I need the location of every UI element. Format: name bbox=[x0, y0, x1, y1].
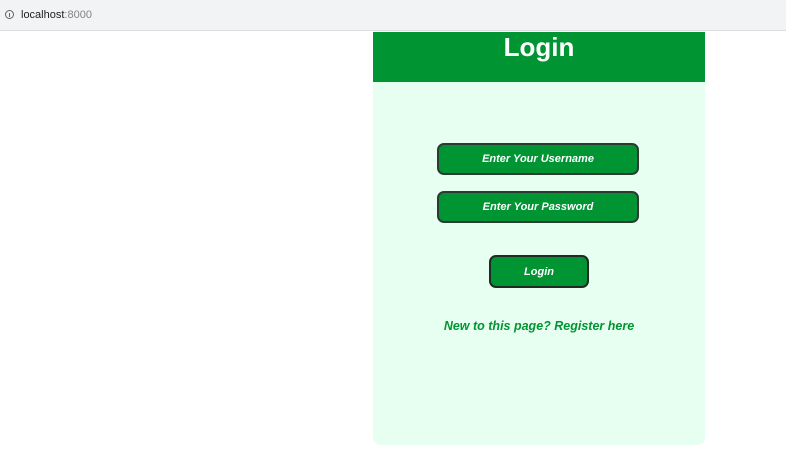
username-input[interactable] bbox=[437, 143, 639, 175]
url-host: localhost bbox=[21, 9, 65, 21]
url-port: :8000 bbox=[64, 9, 92, 21]
login-button[interactable]: Login bbox=[489, 255, 589, 288]
login-panel: Login Login New to this page? Register h… bbox=[373, 32, 705, 445]
register-link[interactable]: New to this page? Register here bbox=[373, 319, 705, 333]
address-bar[interactable]: localhost:8000 bbox=[0, 0, 786, 31]
password-input[interactable] bbox=[437, 191, 639, 223]
url-text[interactable]: localhost:8000 bbox=[21, 9, 92, 21]
login-header: Login bbox=[373, 32, 705, 82]
info-icon[interactable] bbox=[5, 10, 14, 19]
page-title: Login bbox=[503, 32, 575, 62]
